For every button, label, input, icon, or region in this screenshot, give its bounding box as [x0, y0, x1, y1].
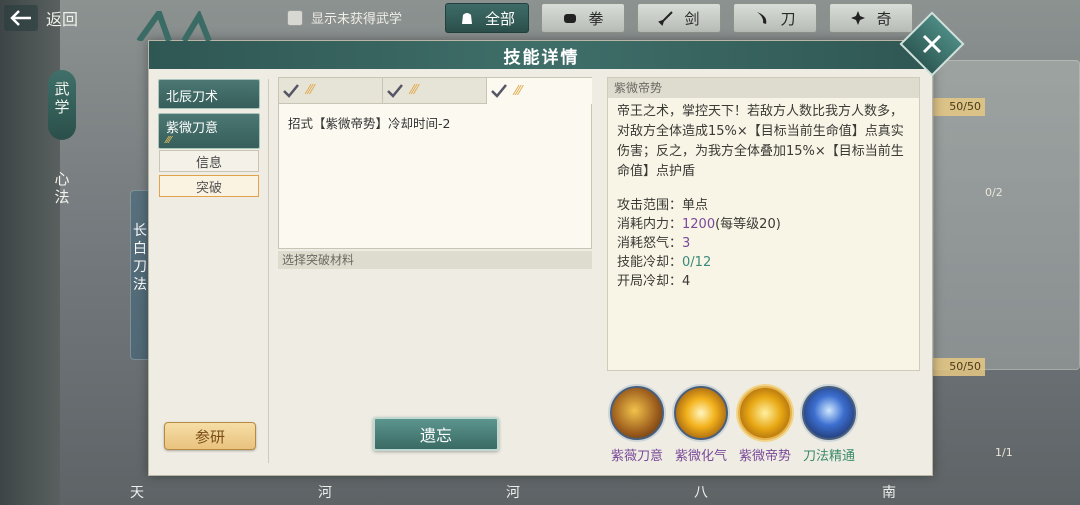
stat-value: 3: [682, 236, 691, 251]
tab-label: 突破: [195, 180, 222, 196]
skill-detail-modal: 技能详情 北辰刀术 紫微刀意 ⁄⁄⁄ 信息 突破 参研 ⁄⁄⁄ ⁄⁄⁄ ⁄⁄⁄: [136, 11, 965, 476]
back-button[interactable]: 返回: [4, 2, 114, 34]
tab-info[interactable]: 信息: [159, 150, 259, 172]
skill-icon-ziwei-daoyi[interactable]: 紫薇刀意: [606, 386, 668, 464]
skill-description-panel: 紫微帝势 帝王之术，掌控天下！若敌方人数比我方人数多，对敌方全体造成15%×【目…: [607, 77, 920, 371]
background-bottom-label: 河: [318, 485, 332, 501]
stat-value: 1200: [682, 217, 716, 232]
checkbox[interactable]: [287, 9, 303, 26]
background-progress-top: 50/50: [925, 98, 985, 116]
side-nav-wuxue[interactable]: 武学: [48, 70, 76, 140]
stat-initial-cooldown: 开局冷却：4: [617, 272, 910, 291]
tab-sword[interactable]: 剑: [637, 3, 721, 33]
skill-icon-label: 紫薇刀意: [610, 449, 663, 464]
side-nav-xinfa[interactable]: 心法: [48, 170, 76, 206]
tab-fist[interactable]: 拳: [541, 3, 625, 33]
background-count-right: 0/2: [985, 186, 1003, 199]
breakthrough-tier-1[interactable]: ⁄⁄⁄: [279, 78, 383, 104]
background-bottom-label: 天: [130, 485, 144, 501]
skill-icon-label: 刀法精通: [802, 449, 855, 464]
modal-title: 技能详情: [503, 47, 580, 68]
modal-header: 技能详情: [149, 41, 934, 69]
ribbon-decoration: [136, 11, 212, 41]
energy-burst-icon: [674, 386, 728, 440]
stat-value: 单点: [682, 198, 709, 213]
tier-marks-icon: ⁄⁄⁄: [411, 83, 418, 98]
skill-item-label: 紫微刀意: [166, 121, 219, 136]
tab-special[interactable]: 奇: [829, 3, 913, 33]
back-arrow-icon: [4, 5, 38, 31]
skill-item-label: 北辰刀术: [166, 90, 219, 105]
stat-label: 攻击范围：: [617, 198, 683, 213]
stat-cooldown: 技能冷却：0/12: [617, 253, 910, 272]
check-icon: [491, 84, 507, 98]
blade-aura-icon: [610, 386, 664, 440]
forget-button[interactable]: 遗忘: [373, 417, 499, 451]
tier-marks-icon: ⁄⁄⁄: [307, 83, 314, 98]
show-unobtained-toggle[interactable]: 显示未获得武学: [287, 8, 402, 27]
background-bottom-label: 八: [694, 485, 708, 501]
tab-blade[interactable]: 刀: [733, 3, 817, 33]
stat-suffix: (每等级20): [715, 217, 781, 232]
tab-label: 信息: [195, 155, 222, 171]
breakthrough-tier-2[interactable]: ⁄⁄⁄: [383, 78, 487, 104]
tier-marks-icon: ⁄⁄⁄: [166, 135, 172, 146]
background-count-bottom: 1/1: [995, 446, 1013, 459]
skill-item-beichen[interactable]: 北辰刀术: [158, 79, 260, 109]
breakthrough-tier-3[interactable]: ⁄⁄⁄: [487, 78, 592, 104]
stat-label: 开局冷却：: [617, 274, 683, 289]
background-progress-bottom: 50/50: [925, 358, 985, 376]
skill-icon-daofa-jingtong[interactable]: 刀法精通: [798, 386, 860, 464]
tab-breakthrough[interactable]: 突破: [159, 175, 259, 197]
skill-name: 紫微帝势: [608, 78, 919, 98]
skill-icon-label: 紫微化气: [674, 449, 727, 464]
tab-all[interactable]: 全部: [445, 3, 529, 33]
stat-label: 技能冷却：: [617, 255, 683, 270]
check-icon: [283, 83, 299, 98]
bag-icon: [459, 10, 475, 26]
back-label: 返回: [46, 10, 79, 29]
skill-description: 帝王之术，掌控天下！若敌方人数比我方人数多，对敌方全体造成15%×【目标当前生命…: [617, 104, 904, 179]
tab-label: 剑: [684, 9, 700, 28]
panel-divider: [268, 79, 269, 463]
forget-label: 遗忘: [419, 426, 452, 445]
background-bottom-label: 南: [882, 485, 896, 501]
tier-marks-icon: ⁄⁄⁄: [515, 83, 522, 99]
stat-value: 4: [682, 274, 691, 289]
stat-label: 消耗内力：: [617, 217, 683, 232]
breakthrough-effect-text: 招式【紫微帝势】冷却时间-2: [288, 116, 451, 131]
stat-range: 攻击范围：单点: [617, 196, 910, 215]
tab-label: 全部: [484, 9, 515, 28]
side-nav-label: 心法: [54, 170, 70, 206]
skill-item-ziwei[interactable]: 紫微刀意 ⁄⁄⁄: [158, 113, 260, 149]
skill-icon-label: 紫微帝势: [738, 449, 791, 464]
stat-value: 0/12: [682, 255, 712, 270]
background-bottom-label: 河: [506, 485, 520, 501]
tab-label: 刀: [780, 9, 796, 28]
skill-icon-ziwei-huaqi[interactable]: 紫微化气: [670, 386, 732, 464]
skill-icon-ziwei-dishi[interactable]: 紫微帝势: [734, 386, 796, 464]
toggle-label: 显示未获得武学: [311, 12, 403, 27]
sword-icon: [658, 10, 674, 26]
research-label: 参研: [194, 427, 225, 446]
shuriken-icon: [850, 10, 866, 26]
check-icon: [387, 83, 403, 98]
blade-icon: [754, 10, 770, 26]
research-button[interactable]: 参研: [164, 422, 256, 450]
tab-label: 奇: [876, 9, 892, 28]
close-icon: [922, 34, 942, 54]
stat-label: 消耗怒气：: [617, 236, 683, 251]
side-nav-label: 武学: [54, 80, 70, 116]
stat-rage-cost: 消耗怒气：3: [617, 234, 910, 253]
fist-icon: [562, 10, 578, 26]
materials-label: 选择突破材料: [278, 251, 592, 269]
blade-mastery-icon: [802, 386, 856, 440]
background-card-name: 长白刀法: [133, 223, 147, 293]
tab-label: 拳: [588, 9, 604, 28]
stat-mp-cost: 消耗内力：1200(每等级20): [617, 215, 910, 234]
emperor-might-icon: [738, 386, 792, 440]
breakthrough-panel: ⁄⁄⁄ ⁄⁄⁄ ⁄⁄⁄ 招式【紫微帝势】冷却时间-2: [278, 77, 592, 249]
